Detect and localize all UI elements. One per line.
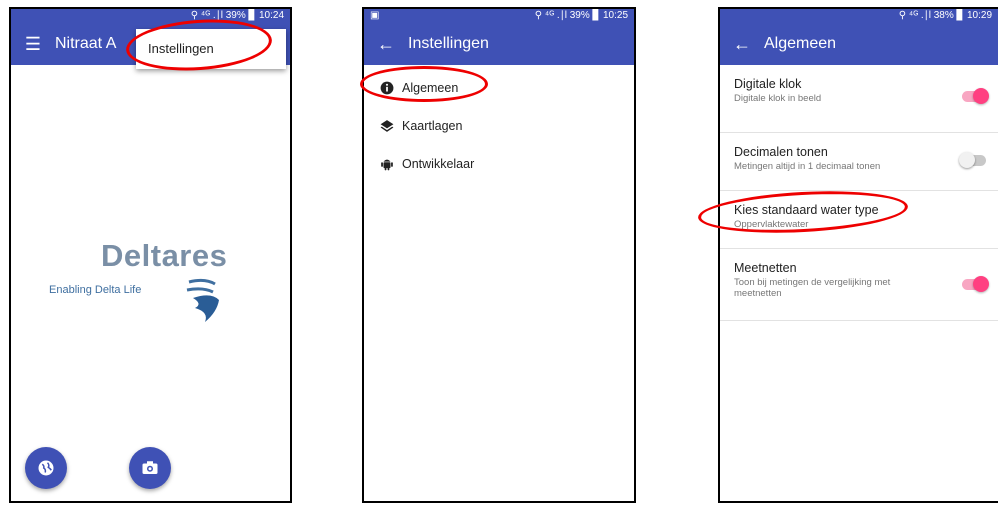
app-bar: ← Instellingen (364, 23, 634, 65)
pref-title: Meetnetten (734, 261, 797, 275)
phone-screen-home: ⚲ ⁴ᴳ .∣l 39% ▊ 10:24 ☰ Nitraat A Instell… (9, 7, 292, 503)
pref-summary: Digitale klok in beeld (734, 93, 822, 104)
pref-decimalen-tonen[interactable]: Decimalen tonen Metingen altijd in 1 dec… (720, 133, 998, 191)
screen-title: Algemeen (764, 35, 837, 52)
delta-logo-mark-icon (186, 278, 219, 322)
status-text: ⚲ ⁴ᴳ .∣l 39% ▊ 10:24 (190, 10, 284, 21)
settings-item-label: Ontwikkelaar (402, 157, 475, 171)
settings-item-ontwikkelaar[interactable]: Ontwikkelaar (364, 145, 634, 183)
settings-item-algemeen[interactable]: Algemeen (364, 69, 634, 107)
image-notification-icon: ▣ (370, 10, 380, 21)
phone-screen-instellingen: ▣ ⚲ ⁴ᴳ .∣l 39% ▊ 10:25 ← Instellingen Al… (362, 7, 636, 503)
pref-title: Kies standaard water type (734, 203, 879, 217)
decimalen-toggle[interactable] (959, 152, 986, 168)
meetnetten-toggle[interactable] (962, 276, 989, 292)
status-bar: ⚲ ⁴ᴳ .∣l 39% ▊ 10:24 (11, 9, 290, 23)
overflow-menu: Instellingen (136, 29, 286, 69)
pref-summary: Toon bij metingen de vergelijking met me… (734, 277, 891, 299)
pref-title: Digitale klok (734, 77, 802, 91)
phone-screen-algemeen: ⚲ ⁴ᴳ .∣l 38% ▊ 10:29 ← Algemeen Digitale… (718, 7, 998, 503)
globe-fab-button[interactable] (25, 447, 67, 489)
android-icon (381, 159, 393, 171)
app-title: Nitraat A (55, 35, 117, 52)
menu-item-instellingen[interactable]: Instellingen (148, 41, 214, 56)
layers-icon (380, 120, 394, 132)
deltares-logo: Deltares Enabling Delta Life (49, 234, 289, 344)
back-arrow-icon[interactable]: ← (720, 34, 764, 55)
logo-word: Deltares (101, 238, 228, 273)
back-arrow-icon[interactable]: ← (364, 34, 408, 55)
status-bar: ⚲ ⁴ᴳ .∣l 38% ▊ 10:29 (720, 9, 998, 23)
logo-tagline: Enabling Delta Life (49, 284, 142, 296)
pref-kies-water-type[interactable]: Kies standaard water type Oppervlaktewat… (720, 191, 998, 249)
pref-title: Decimalen tonen (734, 145, 828, 159)
settings-item-label: Kaartlagen (402, 119, 463, 133)
info-icon (380, 81, 394, 95)
digitale-klok-toggle[interactable] (962, 88, 989, 104)
camera-icon (142, 461, 158, 474)
status-text: ⚲ ⁴ᴳ .∣l 38% ▊ 10:29 (898, 10, 992, 21)
pref-summary: Metingen altijd in 1 decimaal tonen (734, 161, 881, 172)
hamburger-menu-icon[interactable]: ☰ (11, 34, 55, 55)
pref-digitale-klok[interactable]: Digitale klok Digitale klok in beeld (720, 65, 998, 133)
settings-item-label: Algemeen (402, 81, 459, 95)
pref-meetnetten[interactable]: Meetnetten Toon bij metingen de vergelij… (720, 249, 998, 321)
screen-title: Instellingen (408, 35, 489, 52)
app-bar: ← Algemeen (720, 23, 998, 65)
globe-icon (38, 460, 54, 476)
status-bar: ▣ ⚲ ⁴ᴳ .∣l 39% ▊ 10:25 (364, 9, 634, 23)
camera-fab-button[interactable] (129, 447, 171, 489)
pref-summary: Oppervlaktewater (734, 219, 809, 230)
status-text: ⚲ ⁴ᴳ .∣l 39% ▊ 10:25 (534, 10, 628, 21)
settings-item-kaartlagen[interactable]: Kaartlagen (364, 107, 634, 145)
